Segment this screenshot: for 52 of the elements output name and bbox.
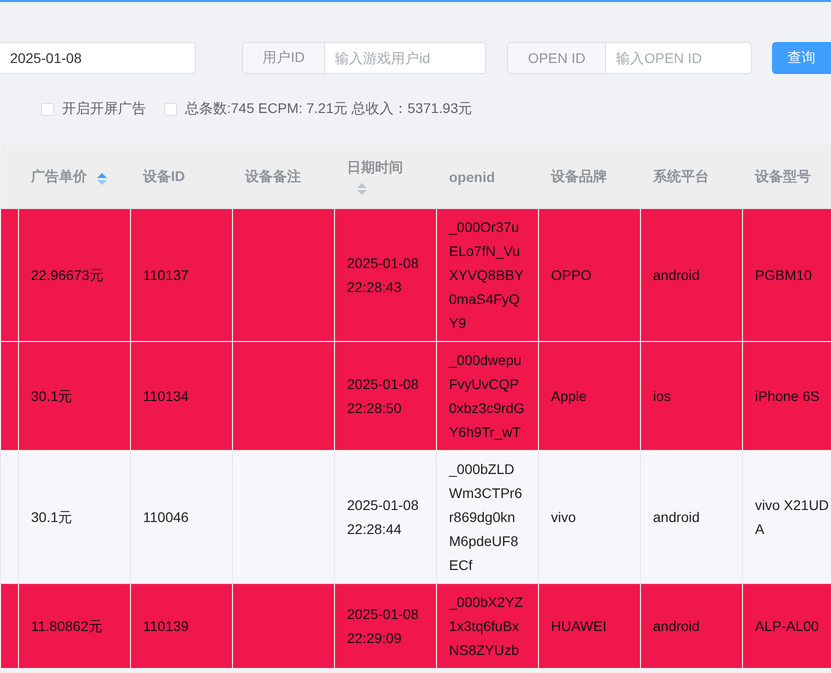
table-cell-text: _000Or37u ELo7fN_Vu XYVQ8BBY 0maS4FyQ Y9 <box>449 219 524 331</box>
table-row[interactable]: 11.80862元 110139 2025-01-08 22:29:09 _000bX2YZ 1x3tq6fuBx NS8ZYUzb HUAWEI android ALP-AL00 <box>0 584 831 668</box>
column-title: 广告单价 <box>31 168 87 184</box>
table-cell-text: 30.1元 <box>31 388 72 404</box>
column-title: 设备品牌 <box>551 168 607 184</box>
table-cell-text: Apple <box>551 388 587 404</box>
table-cell-text: android <box>653 618 700 634</box>
checkbox-label: 开启开屏广告 <box>62 100 146 118</box>
table-cell-text: HUAWEI <box>551 618 606 634</box>
table-cell-text: 2025-01-08 22:28:50 <box>347 376 419 416</box>
table-cell-text: 110139 <box>143 618 189 634</box>
field-label: 用户ID <box>243 43 326 73</box>
field-label: OPEN ID <box>508 43 606 73</box>
column-title: 系统平台 <box>653 168 709 184</box>
checkbox[interactable] <box>41 102 54 116</box>
table-cell-text: _000bX2YZ 1x3tq6fuBx NS8ZYUzb <box>449 594 523 658</box>
table-cell-text: _000dwepu FvyUvCQP 0xbz3c9rdG Y6h9Tr_wT <box>449 352 524 440</box>
table-cell-text: android <box>653 267 700 283</box>
checkbox-label: 总条数:745 ECPM: 7.21元 总收入：5371.93元 <box>185 100 472 118</box>
user-id-field[interactable]: 用户ID 输入游戏用户id <box>242 42 486 74</box>
table-cell-text: 2025-01-08 22:28:43 <box>347 255 419 295</box>
column-title: 设备型号 <box>755 168 811 184</box>
table-cell-text: vivo <box>551 509 576 525</box>
table-cell-text: vivo X21UD A <box>755 497 829 537</box>
column-title: 设备备注 <box>245 168 301 184</box>
column-title: 日期时间 <box>347 159 403 176</box>
table-row[interactable]: 30.1元 110134 2025-01-08 22:28:50 _000dwepu FvyUvCQP 0xbz3c9rdG Y6h9Tr_wT Apple ios iPhone 6S <box>0 342 831 450</box>
sort-icon[interactable] <box>357 182 367 195</box>
column-title: 设备ID <box>143 168 185 184</box>
table-cell-text: OPPO <box>551 267 592 283</box>
table-cell-text: 110134 <box>143 388 189 404</box>
column-title: openid <box>449 169 495 185</box>
table-cell-text: 110046 <box>143 509 189 525</box>
table-cell-text: 2025-01-08 22:29:09 <box>347 606 419 646</box>
table-cell-text: 110137 <box>143 267 189 283</box>
table-cell-text: _000bZLD Wm3CTPr6 r869dg0kn M6pdeUF8 ECf <box>449 461 522 573</box>
table-row[interactable]: 30.1元 110046 2025-01-08 22:28:44 _000bZLD Wm3CTPr6 r869dg0kn M6pdeUF8 ECf vivo android vivo X21UD A <box>0 450 831 584</box>
sort-icon[interactable] <box>97 173 107 186</box>
table-cell-text: 22.96673元 <box>31 267 104 283</box>
table-cell-text: 2025-01-08 22:28:44 <box>347 497 419 537</box>
open-id-field[interactable]: OPEN ID 输入OPEN ID <box>507 42 752 74</box>
table-cell-text: PGBM10 <box>755 267 812 283</box>
table-cell-text: iPhone 6S <box>755 388 820 404</box>
table-cell-text: 11.80862元 <box>31 618 102 634</box>
date-field[interactable]: 2025-01-08 <box>0 42 196 74</box>
query-button[interactable]: 查询 <box>772 42 831 74</box>
table-cell-text: 30.1元 <box>31 509 72 525</box>
checkbox[interactable] <box>164 102 177 116</box>
table-cell-text: android <box>653 509 700 525</box>
table-cell-text: ios <box>653 388 671 404</box>
table-cell-text: ALP-AL00 <box>755 618 819 634</box>
table-row[interactable]: 22.96673元 110137 2025-01-08 22:28:43 _000Or37u ELo7fN_Vu XYVQ8BBY 0maS4FyQ Y9 OPPO android PGBM10 <box>0 209 831 342</box>
